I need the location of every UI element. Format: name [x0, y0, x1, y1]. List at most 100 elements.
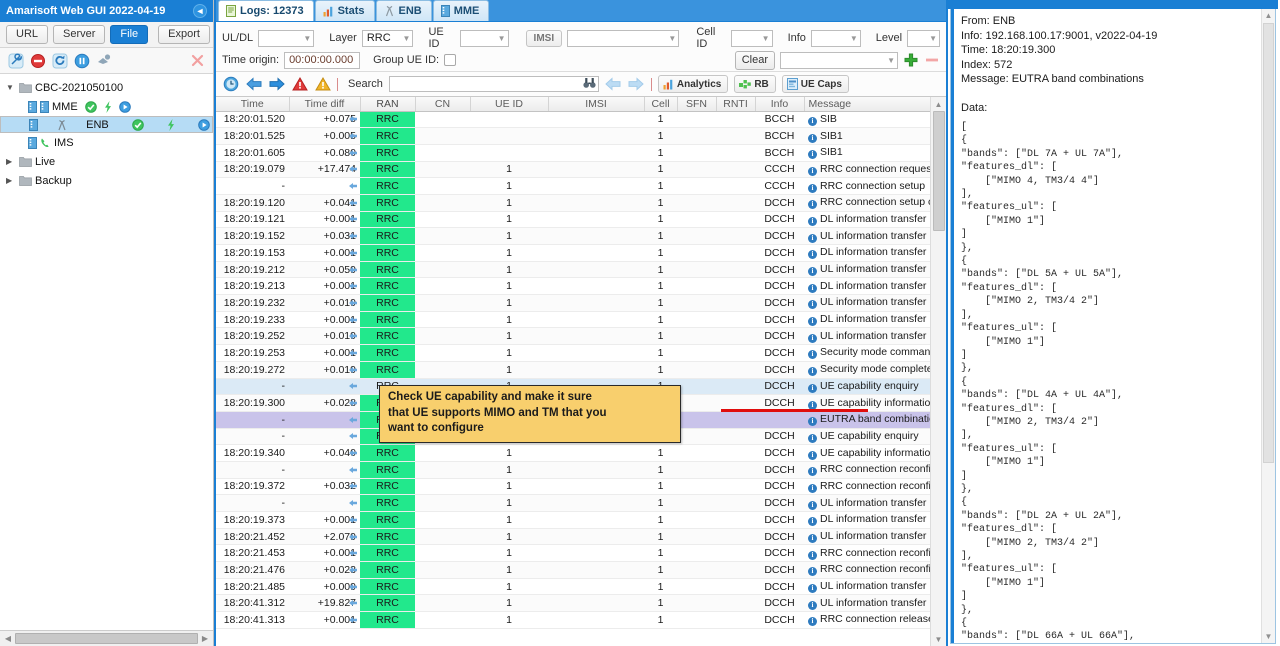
col-message[interactable]: Message — [804, 97, 931, 112]
scroll-left-icon[interactable]: ◀ — [1, 632, 15, 646]
bolt-icon[interactable] — [167, 118, 175, 131]
arrow-left-pale-icon[interactable] — [605, 76, 622, 93]
refresh-icon[interactable] — [51, 52, 68, 69]
tree-item-enb[interactable]: ENB — [0, 116, 213, 133]
clock-icon[interactable] — [222, 76, 239, 93]
plus-green-icon[interactable] — [903, 52, 919, 68]
table-row[interactable]: 18:20:01.525 +0.005 RRC 1 BCCH i SIB1 — [216, 127, 930, 145]
info-select[interactable]: ▼ — [810, 29, 861, 47]
scroll-thumb[interactable] — [15, 633, 198, 644]
warning-icon[interactable] — [314, 76, 331, 93]
imsi-select[interactable]: ▼ — [567, 29, 680, 47]
table-row[interactable]: 18:20:21.452 +2.079 RRC 1 1 DCCH i UL informati… — [216, 528, 930, 546]
table-row[interactable]: 18:20:41.313 +0.001 RRC 1 1 DCCH i RRC connecti… — [216, 611, 930, 629]
log-vertical-scrollbar[interactable]: ▲ ▼ — [930, 97, 946, 646]
table-row[interactable]: 18:20:19.121 +0.001 RRC 1 1 DCCH i DL informati… — [216, 211, 930, 229]
table-row[interactable]: 18:20:19.212 +0.059 RRC 1 1 DCCH i UL informati… — [216, 261, 930, 279]
chevron-right-icon[interactable]: ▶ — [6, 157, 16, 166]
table-row[interactable]: - RRC 1 1 DCCH i UL information transfer — [216, 494, 930, 512]
bolt-icon[interactable] — [104, 100, 112, 113]
scroll-thumb[interactable] — [1263, 23, 1274, 463]
table-row[interactable]: 18:20:19.340 +0.040 RRC 1 1 DCCH i UE capabilit… — [216, 444, 930, 462]
col-imsi[interactable]: IMSI — [548, 97, 645, 112]
play-icon[interactable] — [198, 118, 210, 131]
tab-mme[interactable]: MME — [432, 0, 490, 21]
preset-select[interactable]: ▼ — [780, 51, 898, 69]
tab-stats[interactable]: Stats — [314, 0, 375, 21]
scroll-thumb[interactable] — [933, 111, 945, 231]
table-row[interactable]: 18:20:19.252 +0.019 RRC 1 1 DCCH i UL informati… — [216, 327, 930, 346]
close-icon[interactable] — [189, 52, 206, 69]
pause-icon[interactable] — [73, 52, 90, 69]
ul-dl-select[interactable]: ▼ — [258, 29, 315, 47]
col-time-diff[interactable]: Time diff — [289, 97, 361, 112]
status-ok-icon[interactable] — [84, 100, 97, 113]
detail-vertical-scrollbar[interactable]: ▲ ▼ — [1261, 9, 1275, 643]
col-ran[interactable]: RAN — [360, 97, 416, 112]
clear-button[interactable]: Clear — [734, 50, 775, 70]
status-ok-icon[interactable] — [132, 118, 144, 131]
table-row[interactable]: 18:20:19.153 +0.001 RRC 1 1 DCCH i DL informati… — [216, 244, 930, 262]
tree-item-live[interactable]: ▶ Live — [0, 152, 213, 171]
export-button[interactable]: Export — [158, 25, 210, 44]
url-button[interactable]: URL — [6, 25, 49, 44]
chevron-left-icon[interactable]: ◄ — [193, 4, 207, 18]
chevron-right-icon[interactable]: ▶ — [6, 176, 16, 185]
col-sfn[interactable]: SFN — [677, 97, 717, 112]
table-row[interactable]: 18:20:21.476 +0.023 RRC 1 1 DCCH i RRC connecti… — [216, 561, 930, 579]
table-row[interactable]: 18:20:01.520 +0.075 RRC 1 BCCH i SIB — [216, 111, 930, 129]
table-row[interactable]: -RRC11DCCHiRRC connection reconfiguratio… — [216, 461, 930, 479]
binoculars-icon[interactable] — [583, 77, 596, 92]
arrow-right-pale-icon[interactable] — [628, 76, 645, 93]
table-row[interactable]: 18:20:21.485 +0.009 RRC 1 1 DCCH i UL informati… — [216, 578, 930, 596]
analytics-button[interactable]: Analytics — [657, 75, 729, 93]
tree-item-backup[interactable]: ▶ Backup — [0, 171, 213, 190]
scroll-down-icon[interactable]: ▼ — [1262, 632, 1275, 641]
rb-button[interactable]: RB — [734, 75, 776, 93]
col-info[interactable]: Info — [755, 97, 805, 112]
server-button[interactable]: Server — [53, 25, 106, 44]
table-row[interactable]: - RRC 1 1 CCCH i RRC connection setup — [216, 177, 930, 195]
arrow-right-blue-icon[interactable] — [268, 76, 285, 93]
table-row[interactable]: 18:20:19.373 +0.001 RRC 1 1 DCCH i DL informati… — [216, 511, 930, 529]
tree-item-cbc[interactable]: ▼ CBC-2021050100 — [0, 78, 213, 97]
ue-id-select[interactable]: ▼ — [459, 29, 509, 47]
level-select[interactable]: ▼ — [907, 29, 941, 47]
table-row[interactable]: 18:20:21.453 +0.001 RRC 1 1 DCCH i RRC connecti… — [216, 544, 930, 563]
table-row[interactable]: 18:20:19.079 +17.474 RRC 1 1 CCCH i RRC connect… — [216, 161, 930, 179]
error-icon[interactable] — [291, 76, 308, 93]
tree-item-ims[interactable]: IMS — [0, 133, 213, 152]
scroll-right-icon[interactable]: ▶ — [198, 632, 212, 646]
table-row[interactable]: 18:20:41.312 +19.827 RRC 1 1 DCCH i UL informat… — [216, 594, 930, 613]
table-row[interactable]: 18:20:19.233 +0.001 RRC 1 1 DCCH i DL informati… — [216, 311, 930, 329]
imsi-button[interactable]: IMSI — [525, 29, 563, 47]
search-input[interactable] — [389, 77, 583, 91]
tree-item-mme[interactable]: MME — [0, 97, 213, 116]
group-ue-id-checkbox[interactable] — [444, 54, 457, 66]
ue-caps-button[interactable]: UE Caps — [781, 75, 849, 93]
table-row[interactable]: 18:20:19.213 +0.001 RRC 1 1 DCCH i DL informati… — [216, 277, 930, 296]
col-cn[interactable]: CN — [415, 97, 471, 112]
cell-id-select[interactable]: ▼ — [730, 29, 773, 47]
sidebar-horizontal-scrollbar[interactable]: ◀ ▶ — [0, 630, 213, 646]
time-origin-input[interactable]: 00:00:00.000 — [284, 51, 361, 69]
table-row[interactable]: 18:20:19.120 +0.041 RRC 1 1 DCCH i RRC connecti… — [216, 194, 930, 212]
table-row[interactable]: 18:20:19.253 +0.001 RRC 1 1 DCCH i Security mod… — [216, 344, 930, 362]
scroll-up-icon[interactable]: ▲ — [1262, 11, 1275, 20]
table-row[interactable]: 18:20:19.232 +0.019 RRC 1 1 DCCH i UL informati… — [216, 294, 930, 312]
file-button[interactable]: File — [110, 25, 149, 44]
col-rnti[interactable]: RNTI — [716, 97, 756, 112]
layer-select[interactable]: RRC ▼ — [361, 29, 414, 47]
table-row[interactable]: 18:20:19.272 +0.019 RRC 1 1 DCCH i Security mod… — [216, 361, 930, 379]
arrow-left-blue-icon[interactable] — [245, 76, 262, 93]
chevron-down-icon[interactable]: ▼ — [6, 83, 16, 92]
search-box[interactable] — [388, 76, 599, 92]
add-node-icon[interactable] — [95, 52, 112, 69]
tab-enb[interactable]: ENB — [375, 0, 432, 21]
col-time[interactable]: Time — [216, 97, 290, 112]
scroll-down-icon[interactable]: ▼ — [931, 632, 946, 646]
scroll-up-icon[interactable]: ▲ — [931, 97, 946, 111]
stop-icon[interactable] — [29, 52, 46, 69]
tab-logs[interactable]: Logs: 12373 — [218, 0, 314, 21]
wrench-icon[interactable] — [7, 52, 24, 69]
